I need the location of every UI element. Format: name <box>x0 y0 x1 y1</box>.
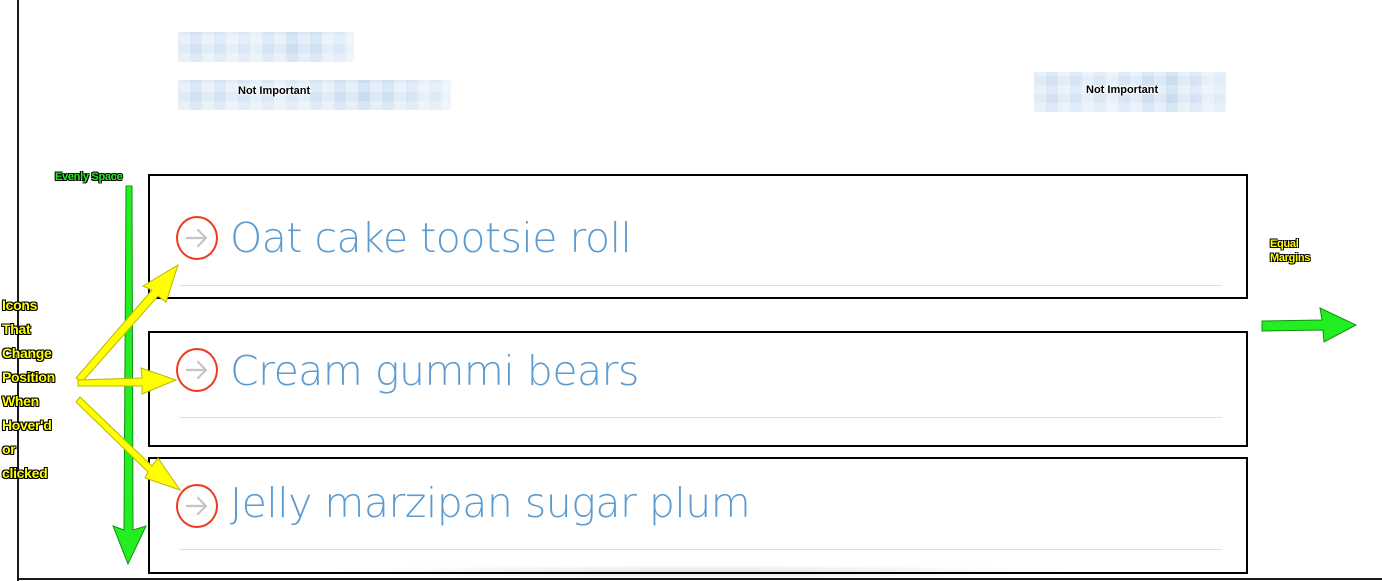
icons-change-position-note: Icons That Change Position When Hover'd … <box>2 297 55 481</box>
evenly-space-note: Evenly Space <box>55 171 123 183</box>
evenly-space-arrow <box>112 185 147 566</box>
equal-margins-note: Equal Margins <box>1270 238 1311 264</box>
equal-margins-arrow <box>1261 307 1358 343</box>
annotation-arrows <box>75 185 1358 566</box>
